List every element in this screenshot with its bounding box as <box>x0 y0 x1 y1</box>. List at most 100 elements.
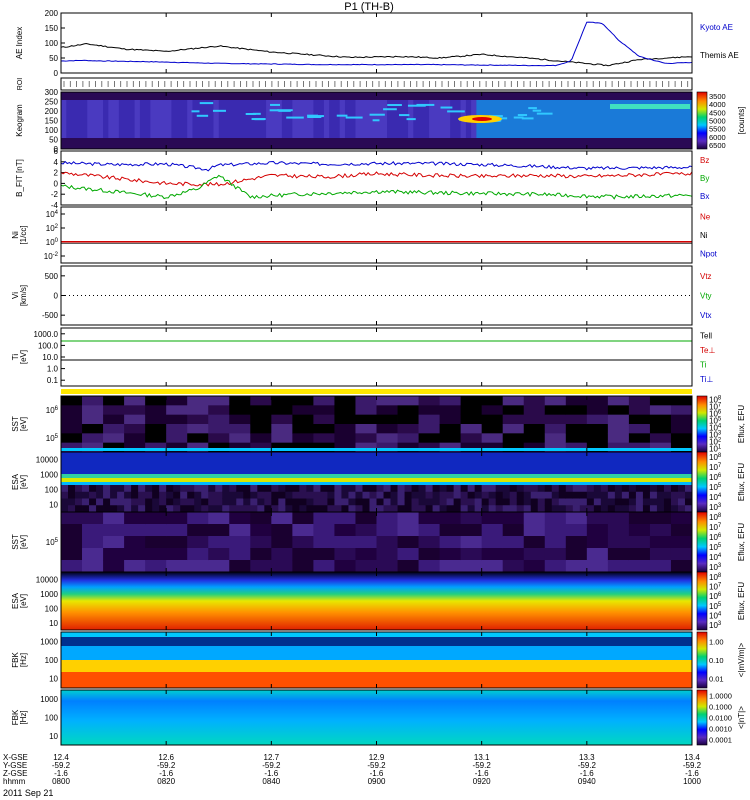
heatmap-cell <box>334 498 342 506</box>
y-tick-label: 100 <box>45 126 59 135</box>
y-tick-label: 1000 <box>40 590 58 599</box>
heatmap-cell <box>642 498 651 506</box>
heatmap-cell <box>61 396 83 406</box>
heatmap-cell <box>215 498 223 506</box>
heatmap-cell <box>565 405 588 416</box>
panel-yunit: [Hz] <box>19 653 28 667</box>
heatmap-cell <box>565 505 574 513</box>
heatmap-cell <box>439 414 462 425</box>
colorbar-label: <|mV/m|> <box>737 642 746 677</box>
heatmap-cell <box>481 424 504 434</box>
heatmap-cell <box>327 498 335 506</box>
heatmap-cell <box>278 505 286 513</box>
heatmap-cell <box>250 560 272 573</box>
heatmap-cell <box>292 524 314 537</box>
heatmap-cell <box>572 505 581 513</box>
heatmap-cell <box>621 498 630 506</box>
panel-roi: ROI <box>17 78 689 90</box>
panel-yunit: [km/s] <box>19 285 28 306</box>
heatmap-cell <box>299 491 307 499</box>
colorbar-tick-label: 0.0010 <box>709 725 732 734</box>
heatmap-cell <box>208 405 230 416</box>
heatmap-cell <box>586 498 595 506</box>
y-tick-label: 0.1 <box>47 376 59 385</box>
heatmap-cell <box>649 512 672 525</box>
heatmap-cell <box>82 512 104 525</box>
heatmap-cell <box>145 414 167 425</box>
heatmap-cell <box>166 505 174 513</box>
heatmap-cell <box>334 560 356 573</box>
heatmap-cell <box>229 536 251 549</box>
heatmap-cell <box>75 485 83 493</box>
heatmap-cell <box>474 491 483 499</box>
heatmap-cell <box>425 498 433 506</box>
keogram-streak <box>517 114 528 117</box>
heatmap-cell <box>628 424 651 434</box>
keogram-streak <box>212 109 226 112</box>
heatmap-cell <box>376 424 398 434</box>
heatmap-cell <box>586 536 609 549</box>
heatmap-cell <box>110 485 118 493</box>
colorbar-tick-label: 0.01 <box>709 675 724 684</box>
heatmap-cell <box>600 505 609 513</box>
heatmap-cell <box>250 485 258 493</box>
heatmap-cell <box>593 491 602 499</box>
heatmap-cell <box>124 433 146 444</box>
heatmap-cell <box>236 485 244 493</box>
y-tick-label: 200 <box>45 107 59 116</box>
heatmap-cell <box>586 560 609 573</box>
heatmap-cell <box>565 524 588 537</box>
heatmap-cell <box>180 498 188 506</box>
heatmap-cell <box>460 498 469 506</box>
heatmap-cell <box>586 424 609 434</box>
legend-entry-2: Bx <box>700 192 709 201</box>
keogram-cell <box>229 100 236 138</box>
heatmap-cell <box>271 396 293 406</box>
heatmap-cell <box>292 548 314 561</box>
keogram-cell <box>139 100 146 138</box>
keogram-cell <box>371 100 377 138</box>
heatmap-cell <box>628 485 637 493</box>
heatmap-cell <box>649 485 658 493</box>
heatmap-cell <box>82 505 90 513</box>
heatmap-cell <box>593 485 602 493</box>
keogram-streak <box>191 110 200 113</box>
heatmap-cell <box>383 485 391 493</box>
keogram-cell <box>160 100 167 138</box>
keogram-streak <box>199 102 214 105</box>
heatmap-cell <box>684 505 693 513</box>
heatmap-cell <box>187 485 195 493</box>
multi-panel-plot: P1 (TH-B) AE Index050100150200Kyoto AETh… <box>3 1 746 798</box>
heatmap-cell <box>656 485 665 493</box>
colorbar <box>696 689 708 746</box>
heatmap-cell <box>166 548 188 561</box>
panel-esa-electron: ESA [eV]10000100010010108107106105104103E… <box>11 571 746 631</box>
heatmap-cell <box>327 505 335 513</box>
colorbar-tick-label: 0.1000 <box>709 703 732 712</box>
heatmap-cell <box>586 405 609 416</box>
heatmap-cell <box>418 536 440 549</box>
heatmap-cell <box>271 405 293 416</box>
heatmap-cell <box>509 491 518 499</box>
heatmap-cell <box>355 560 377 573</box>
heatmap-cell <box>369 491 377 499</box>
heatmap-cell <box>460 485 469 493</box>
heatmap-cell <box>474 505 483 513</box>
keogram-cell <box>313 100 320 138</box>
heatmap-cell <box>558 485 567 493</box>
heatmap-cell <box>334 433 356 444</box>
keogram-cell <box>197 100 204 138</box>
colorbar-tick-label: 104 <box>709 612 722 621</box>
plot-date: 2011 Sep 21 <box>3 788 53 798</box>
heatmap-cell <box>292 498 300 506</box>
heatmap-cell <box>614 505 623 513</box>
heatmap-cell <box>306 498 314 506</box>
panel-b-field: B_FIT [nT] -4 -2 02 4 6 Bz By Bx <box>15 147 709 210</box>
keogram-cell <box>565 100 572 138</box>
heatmap-cell <box>341 505 349 513</box>
heatmap-cell <box>663 505 672 513</box>
heatmap-cell <box>103 512 125 525</box>
heatmap-cell <box>355 396 377 406</box>
heatmap-cell <box>334 505 342 513</box>
heatmap-cell <box>145 498 153 506</box>
